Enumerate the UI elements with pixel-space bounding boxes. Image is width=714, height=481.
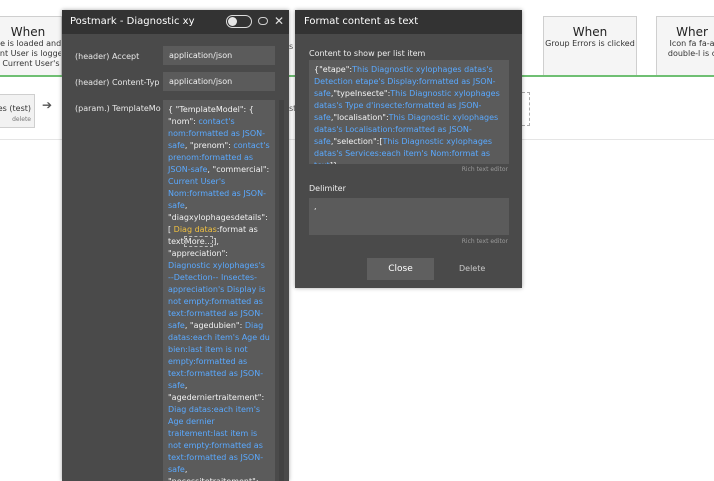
- action-delete-link[interactable]: delete: [12, 116, 31, 123]
- field-label-content-type: (header) Content-Typ: [75, 78, 160, 87]
- dynamic-expression[interactable]: Diag datas: [174, 225, 217, 234]
- delete-button[interactable]: Delete: [459, 264, 485, 273]
- workflow-event-page-loaded[interactable]: When ge is loaded and ent User is logge …: [0, 16, 62, 75]
- close-button[interactable]: Close: [367, 258, 434, 280]
- event-when-label: When: [10, 25, 46, 39]
- delimiter-input[interactable]: ,: [309, 198, 509, 235]
- content-per-item-editor[interactable]: {"etape":This Diagnostic xylophages data…: [309, 60, 509, 164]
- header-accept-input[interactable]: application/json: [163, 46, 275, 65]
- event-line: r Current User's: [0, 59, 60, 68]
- comment-icon[interactable]: [258, 17, 268, 25]
- delimiter-label: Delimiter: [309, 184, 346, 193]
- dynamic-expression[interactable]: Diag datas:each item's Age dernier trait…: [168, 405, 263, 474]
- static-text: ]}: [330, 161, 338, 164]
- panel-header: Postmark - Diagnostic xy ✕: [62, 10, 289, 34]
- workflow-event-group-errors[interactable]: When Group Errors is clicked: [543, 16, 637, 75]
- workflow-action-step[interactable]: ges (test) delete: [0, 94, 35, 128]
- close-icon[interactable]: ✕: [274, 14, 284, 28]
- format-content-editor: Format content as text Content to show p…: [295, 10, 522, 288]
- arrow-right-icon: ➔: [42, 98, 53, 112]
- dynamic-expression[interactable]: Diagnostic xylophages's --Detection-- In…: [168, 261, 265, 330]
- dynamic-expression[interactable]: More...: [183, 236, 214, 247]
- toggle-knob: [228, 17, 237, 26]
- static-text: ,"selection":[: [330, 137, 383, 146]
- event-line: Group Errors is clicked: [545, 39, 635, 48]
- event-line: ent User is logge: [0, 49, 62, 58]
- event-when-label: Wher: [676, 25, 708, 39]
- background-text: s: [289, 42, 294, 51]
- workflow-event-icon-clicked[interactable]: Wher Icon fa fa-a double-l is c: [656, 16, 714, 75]
- dynamic-expression[interactable]: Diag datas:each item's Age du bien:last …: [168, 321, 270, 390]
- enable-toggle[interactable]: [226, 15, 252, 28]
- panel-title: Postmark - Diagnostic xy: [70, 16, 195, 27]
- event-when-label: When: [572, 25, 608, 39]
- postmark-property-editor: Postmark - Diagnostic xy ✕ (header) Acce…: [62, 10, 289, 481]
- scrollbar[interactable]: [279, 100, 284, 481]
- event-line: ge is loaded and: [0, 39, 62, 48]
- static-text: ,"localisation":: [330, 113, 389, 122]
- template-model-editor[interactable]: { "TemplateModel": { "nom": contact's no…: [163, 100, 275, 481]
- static-text: , "agedubien":: [184, 321, 245, 330]
- header-content-type-input[interactable]: application/json: [163, 72, 275, 91]
- rich-text-editor-link[interactable]: Rich text editor: [462, 166, 508, 173]
- panel-title: Format content as text: [304, 16, 419, 27]
- dynamic-expression[interactable]: Current User's Nom:formatted as JSON-saf…: [168, 177, 266, 210]
- action-title: ges (test): [0, 104, 31, 113]
- static-text: , "prenom":: [184, 141, 234, 150]
- static-text: {"etape":: [314, 65, 353, 74]
- rich-text-editor-link[interactable]: Rich text editor: [462, 238, 508, 245]
- field-label-template-model: (param.) TemplateMo: [75, 104, 161, 113]
- field-label-accept: (header) Accept: [75, 52, 140, 61]
- static-text: , "commercial":: [207, 165, 270, 174]
- panel-header: Format content as text: [295, 10, 522, 34]
- static-text: ,"typeInsecte":: [330, 89, 391, 98]
- event-line: double-l is c: [667, 49, 714, 58]
- event-line: Icon fa fa-a: [669, 39, 714, 48]
- content-per-item-label: Content to show per list item: [309, 49, 426, 58]
